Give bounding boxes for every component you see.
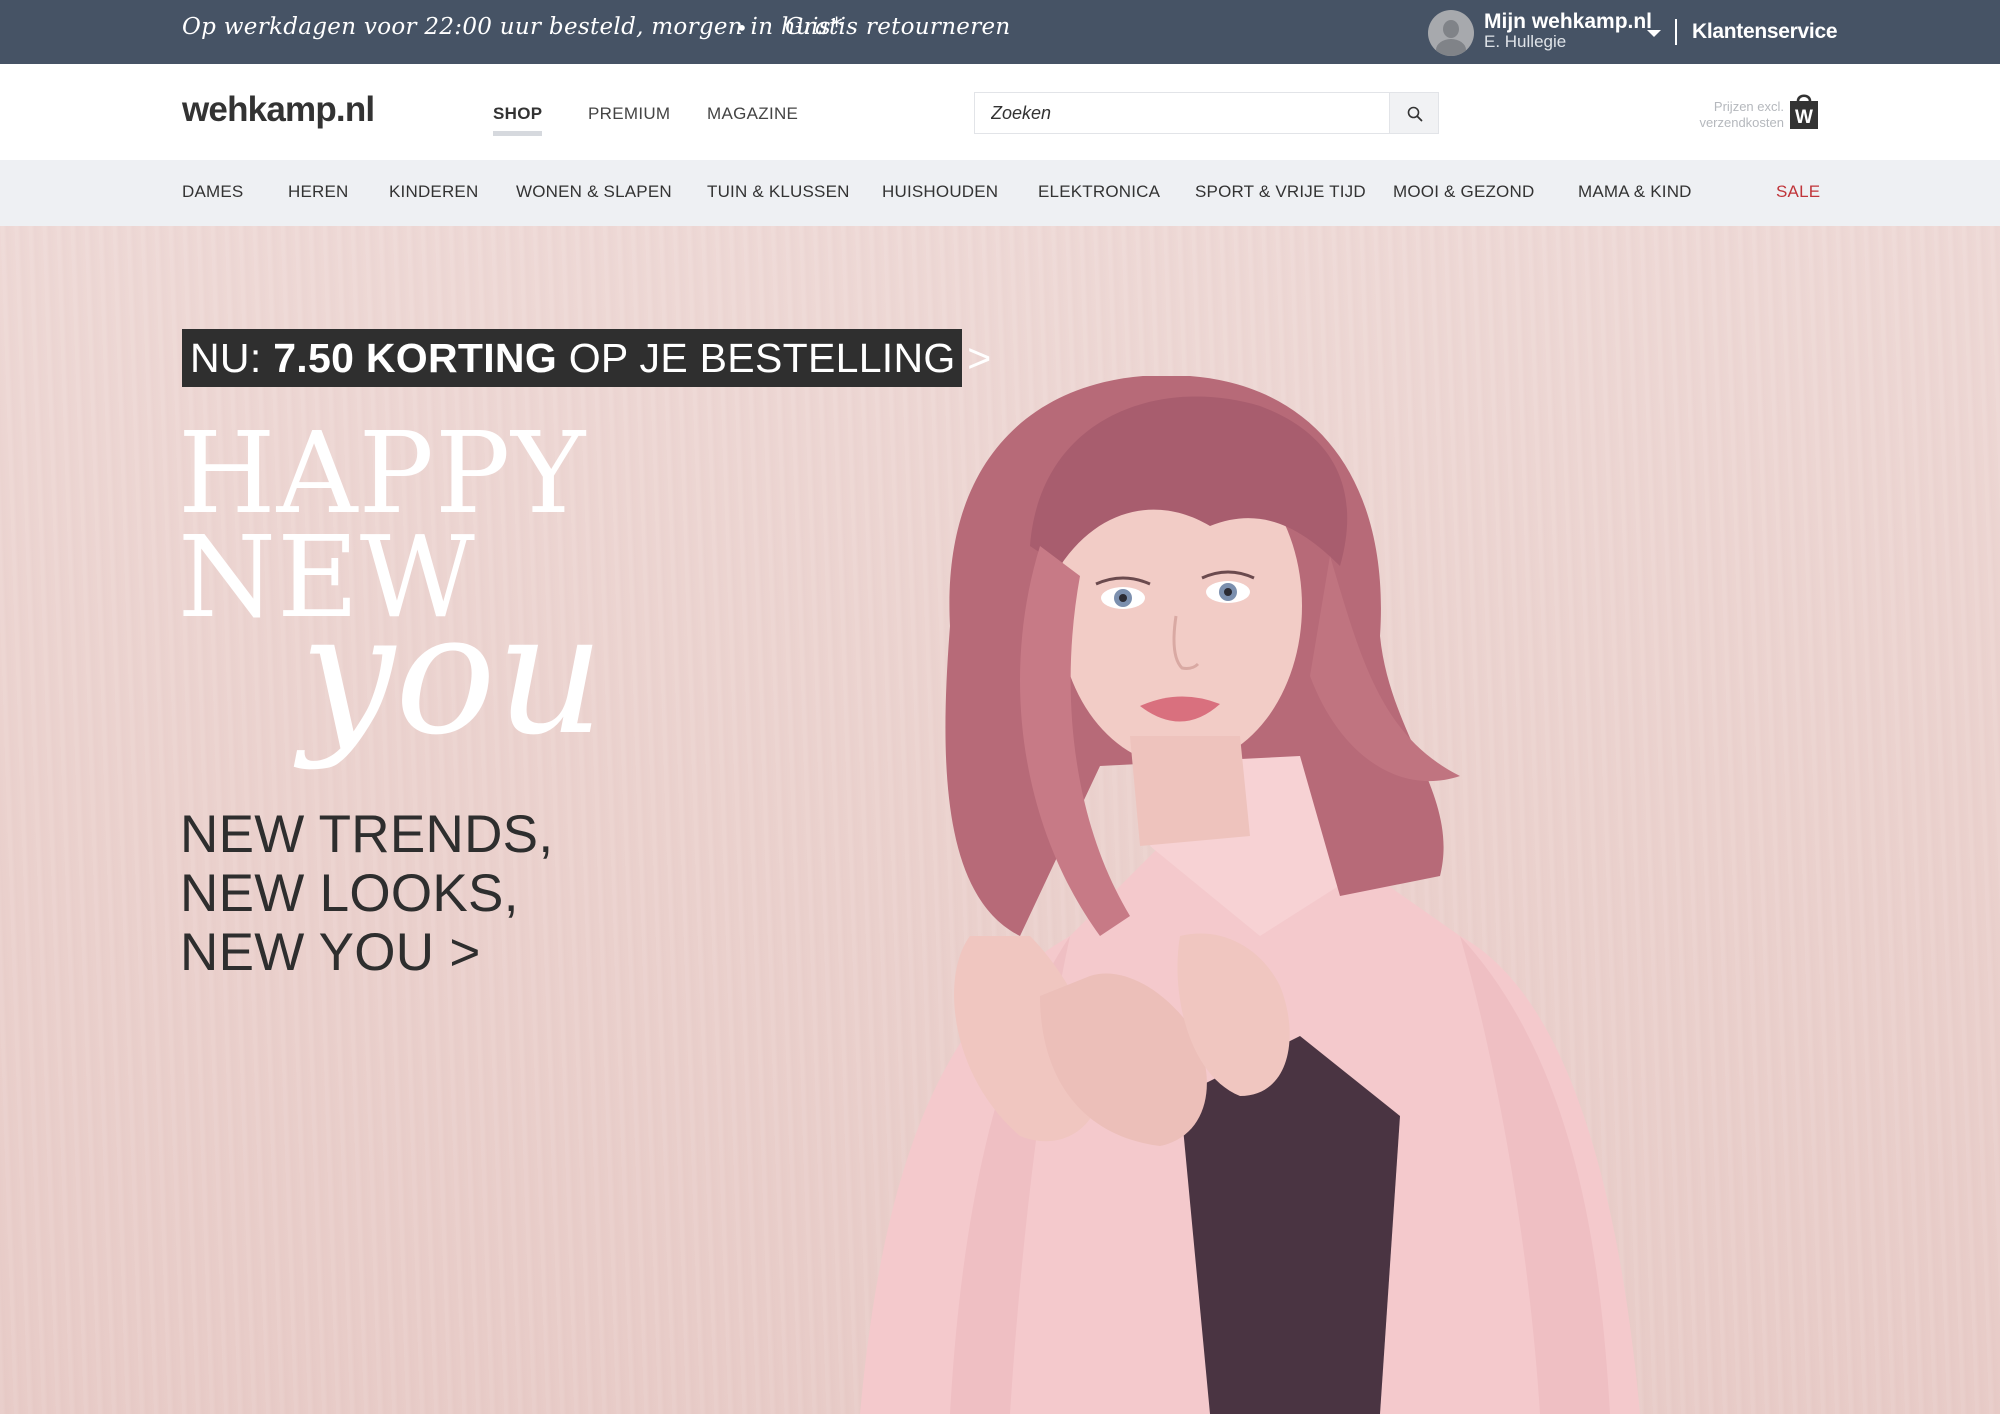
search-input[interactable] [974,92,1390,134]
tagline-trends[interactable]: NEW TRENDS, [180,806,553,864]
category-mooi-gezond[interactable]: MOOI & GEZOND [1393,182,1534,202]
promo-discount: 7.50 KORTING [273,335,558,381]
headline-happy: HAPPY [178,409,587,539]
promo-prefix: NU: [190,335,274,381]
headline-you: you [300,576,605,772]
promo-banner[interactable]: NU: 7.50 KORTING OP JE BESTELLING > [182,329,991,387]
category-kinderen[interactable]: KINDEREN [389,182,478,202]
category-sport-vrije-tijd[interactable]: SPORT & VRIJE TIJD [1195,182,1366,202]
category-nav: DAMES HEREN KINDEREN WONEN & SLAPEN TUIN… [0,160,2000,226]
category-heren[interactable]: HEREN [288,182,349,202]
category-dames[interactable]: DAMES [182,182,243,202]
usp-separator: • [736,16,749,40]
bag-letter: W [1795,107,1813,128]
account-title[interactable]: Mijn wehkamp.nl [1484,10,1652,34]
tab-premium[interactable]: PREMIUM [588,104,670,124]
customer-service-link[interactable]: Klantenservice [1692,20,1838,44]
category-sale[interactable]: SALE [1776,182,1820,202]
search-icon [1407,106,1423,122]
price-note: Prijzen excl. verzendkosten [1699,99,1784,130]
category-tuin-klussen[interactable]: TUIN & KLUSSEN [707,182,850,202]
hero-banner[interactable]: NU: 7.50 KORTING OP JE BESTELLING > HAPP… [0,226,2000,1414]
divider [1675,19,1677,45]
tab-magazine[interactable]: MAGAZINE [707,104,798,124]
category-mama-kind[interactable]: MAMA & KIND [1578,182,1692,202]
category-huishouden[interactable]: HUISHOUDEN [882,182,998,202]
avatar-icon[interactable] [1428,10,1474,56]
promo-suffix: OP JE BESTELLING > [557,335,992,381]
account-user-name[interactable]: E. Hullegie [1484,32,1566,52]
tab-shop[interactable]: SHOP [493,104,543,136]
tagline-looks[interactable]: NEW LOOKS, [180,865,519,923]
logo[interactable]: wehkamp.nl [182,90,375,130]
shopping-bag-icon[interactable]: W [1789,92,1819,130]
tagline-you[interactable]: NEW YOU > [180,924,481,982]
usp-returns: Gratis retourneren [785,14,1011,40]
hero-model-image[interactable] [740,376,1700,1414]
main-header: wehkamp.nl SHOP PREMIUM MAGAZINE Prijzen… [0,64,2000,160]
top-bar: Op werkdagen voor 22:00 uur besteld, mor… [0,0,2000,64]
category-wonen-slapen[interactable]: WONEN & SLAPEN [516,182,672,202]
chevron-down-icon[interactable] [1647,30,1661,37]
search-button[interactable] [1390,92,1439,134]
category-elektronica[interactable]: ELEKTRONICA [1038,182,1160,202]
